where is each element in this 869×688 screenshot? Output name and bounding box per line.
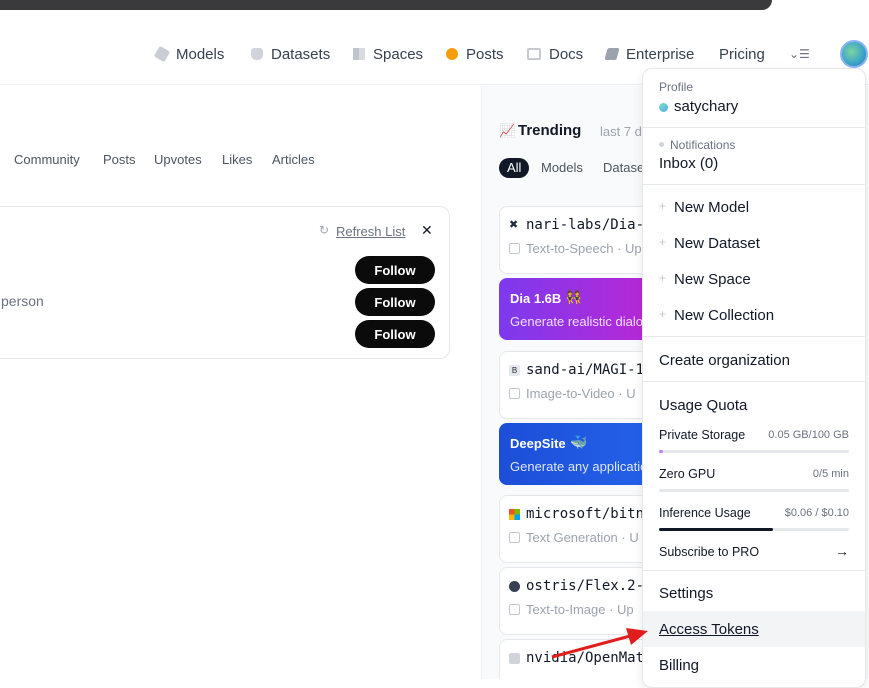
annotation-arrow [551,628,648,659]
